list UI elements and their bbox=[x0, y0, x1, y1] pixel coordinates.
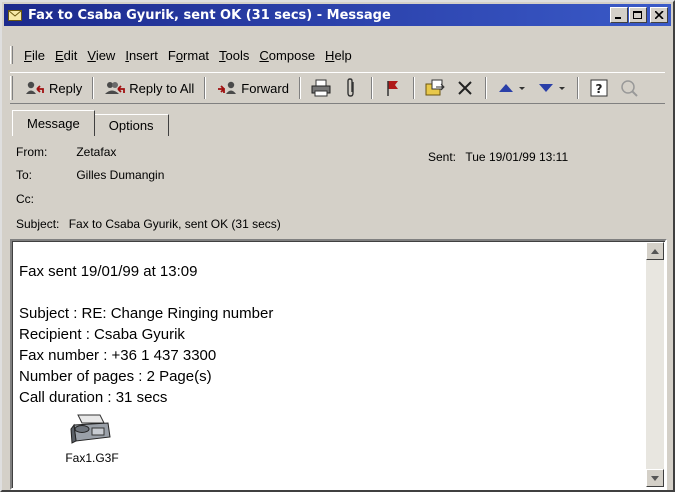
cc-label: Cc: bbox=[16, 192, 34, 206]
toolbar: Reply Reply to All Forward ? bbox=[10, 72, 665, 104]
tab-options[interactable]: Options bbox=[93, 114, 169, 136]
forward-button[interactable]: Forward bbox=[211, 75, 294, 101]
subject-label: Subject: bbox=[16, 217, 60, 231]
menu-compose[interactable]: Compose bbox=[254, 48, 320, 63]
vertical-scrollbar[interactable] bbox=[646, 242, 664, 487]
cc-row: Cc: bbox=[16, 192, 73, 206]
print-button[interactable] bbox=[308, 76, 334, 100]
menu-tools[interactable]: Tools bbox=[214, 48, 254, 63]
delete-button[interactable] bbox=[452, 76, 478, 100]
minimize-button[interactable] bbox=[610, 7, 628, 23]
flag-button[interactable] bbox=[380, 76, 406, 100]
to-label: To: bbox=[16, 168, 33, 182]
scroll-down-icon bbox=[651, 475, 659, 481]
minimize-icon bbox=[615, 17, 621, 19]
maximize-icon bbox=[633, 10, 642, 19]
svg-text:?: ? bbox=[596, 82, 603, 96]
message-body[interactable]: Fax sent 19/01/99 at 13:09 Subject : RE:… bbox=[10, 239, 667, 490]
sent-label: Sent: bbox=[428, 150, 457, 164]
attach-button[interactable] bbox=[338, 76, 364, 100]
down-arrow-icon bbox=[538, 84, 565, 92]
menubar-grip[interactable] bbox=[10, 46, 13, 64]
attachment-name: Fax1.G3F bbox=[65, 451, 119, 465]
subject-value: Fax to Csaba Gyurik, sent OK (31 secs) bbox=[68, 217, 281, 231]
toolbar-grip[interactable] bbox=[10, 76, 13, 100]
envelope-icon bbox=[8, 9, 22, 21]
reply-all-label: Reply to All bbox=[129, 80, 195, 96]
flag-icon bbox=[387, 81, 398, 96]
title-bar[interactable]: Fax to Csaba Gyurik, sent OK (31 secs) -… bbox=[4, 4, 671, 26]
scroll-up-icon bbox=[651, 248, 659, 254]
tab-strip: Message Options bbox=[12, 110, 169, 136]
to-value[interactable]: Gilles Dumangin bbox=[76, 168, 164, 182]
reply-all-button[interactable]: Reply to All bbox=[99, 75, 199, 101]
close-button[interactable] bbox=[650, 7, 668, 23]
reply-all-icon bbox=[104, 80, 126, 96]
help-button[interactable]: ? bbox=[586, 76, 612, 100]
menu-file[interactable]: File bbox=[19, 48, 50, 63]
paperclip-icon bbox=[347, 78, 354, 97]
tab-message[interactable]: Message bbox=[12, 110, 95, 136]
maximize-button[interactable] bbox=[629, 7, 647, 23]
printer-icon bbox=[311, 79, 331, 97]
fax-machine-icon bbox=[70, 414, 111, 444]
fax-pages-line: Number of pages : 2 Page(s) bbox=[19, 368, 212, 385]
menu-format[interactable]: Format bbox=[163, 48, 214, 63]
menu-insert[interactable]: Insert bbox=[120, 48, 163, 63]
from-label: From: bbox=[16, 145, 48, 159]
menu-view[interactable]: View bbox=[82, 48, 120, 63]
next-item-button[interactable] bbox=[534, 76, 570, 100]
move-to-folder-button[interactable] bbox=[422, 76, 448, 100]
fax-number-line: Fax number : +36 1 437 3300 bbox=[19, 347, 217, 364]
previous-item-button[interactable] bbox=[494, 76, 530, 100]
close-icon bbox=[654, 11, 664, 19]
from-value[interactable]: Zetafax bbox=[76, 145, 116, 159]
menu-help[interactable]: Help bbox=[320, 48, 357, 63]
message-window: Fax to Csaba Gyurik, sent OK (31 secs) -… bbox=[0, 0, 675, 492]
fax-duration-line: Call duration : 31 secs bbox=[19, 389, 168, 406]
up-arrow-icon bbox=[498, 84, 525, 92]
address-book-button[interactable] bbox=[616, 76, 642, 100]
sent-value: Tue 19/01/99 13:11 bbox=[465, 150, 569, 164]
from-row: From: Zetafax bbox=[16, 145, 116, 159]
fax-sent-line: Fax sent 19/01/99 at 13:09 bbox=[19, 263, 198, 280]
menu-bar: File Edit View Insert Format Tools Compo… bbox=[10, 44, 357, 66]
sent-row: Sent: Tue 19/01/99 13:11 bbox=[428, 150, 568, 164]
reply-button[interactable]: Reply bbox=[19, 75, 87, 101]
window-title: Fax to Csaba Gyurik, sent OK (31 secs) -… bbox=[28, 7, 391, 23]
move-to-folder-icon bbox=[425, 79, 445, 96]
reply-label: Reply bbox=[49, 80, 83, 96]
subject-row: Subject: Fax to Csaba Gyurik, sent OK (3… bbox=[16, 217, 281, 231]
scroll-down-button[interactable] bbox=[646, 469, 664, 487]
attachment-fax1[interactable]: Fax1.G3F bbox=[52, 411, 132, 465]
to-row: To: Gilles Dumangin bbox=[16, 168, 164, 182]
delete-icon bbox=[458, 81, 472, 95]
reply-icon bbox=[24, 80, 46, 96]
help-icon: ? bbox=[590, 79, 608, 97]
menu-edit[interactable]: Edit bbox=[50, 48, 82, 63]
forward-icon bbox=[216, 80, 238, 96]
fax-recipient-line: Recipient : Csaba Gyurik bbox=[19, 326, 185, 343]
fax-subject-line: Subject : RE: Change Ringing number bbox=[19, 305, 274, 322]
search-address-icon bbox=[621, 80, 638, 97]
scroll-up-button[interactable] bbox=[646, 242, 664, 260]
forward-label: Forward bbox=[241, 80, 289, 96]
